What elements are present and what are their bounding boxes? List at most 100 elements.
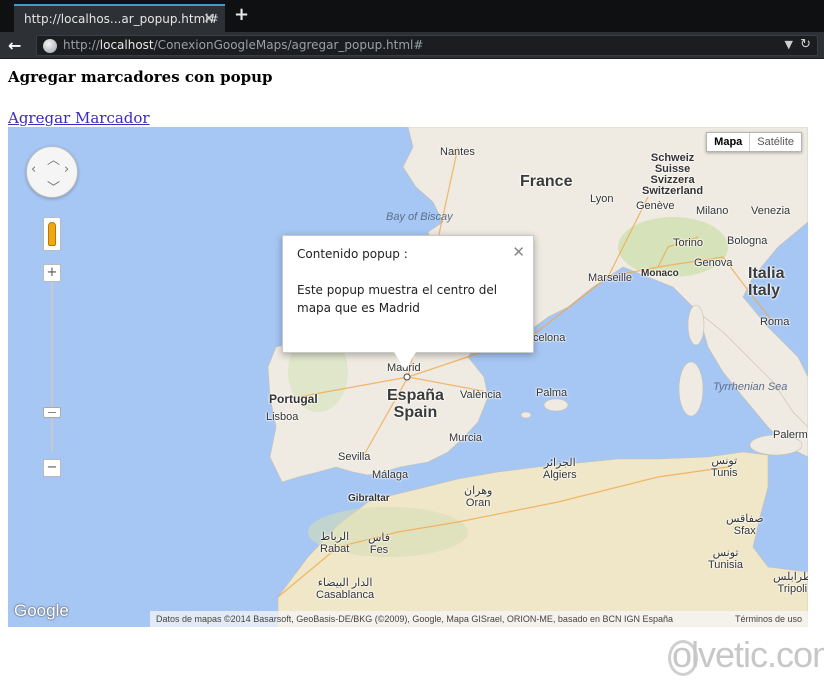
label-tunisia-en: Tunisia [708, 559, 744, 571]
zoom-in-button[interactable]: + [43, 264, 61, 282]
label-france: France [520, 173, 573, 190]
sardinia-island [678, 361, 704, 417]
label-italy-text: Italy [748, 282, 781, 299]
map-type-mapa[interactable]: Mapa [707, 133, 751, 151]
label-casablanca: الدار البيضاء Casablanca [316, 577, 374, 601]
add-marker-link[interactable]: Agregar Marcador [8, 109, 150, 127]
label-lisboa: Lisboa [266, 411, 299, 423]
label-tunisia-ar: تونس [712, 547, 739, 559]
url-prefix: http:// [63, 38, 100, 52]
label-fes-en: Fes [369, 544, 389, 556]
label-malaga: Málaga [372, 469, 409, 481]
url-text: http://localhost/ConexionGoogleMaps/agre… [63, 38, 423, 52]
madrid-marker [403, 373, 411, 381]
label-marseille: Marseille [588, 272, 633, 284]
tab-close-icon[interactable]: ✕ [203, 11, 215, 27]
label-fes-ar: فاس [368, 532, 391, 544]
label-genova: Genova [694, 257, 733, 269]
label-oran: وهران Oran [464, 485, 492, 509]
label-lyon: Lyon [590, 193, 614, 205]
label-espana-text: España [387, 387, 444, 404]
label-valencia: València [460, 389, 502, 401]
map-canvas[interactable]: Nantes France Schweiz Suisse Svizzera Sw… [8, 127, 808, 627]
label-roma: Roma [760, 316, 790, 328]
label-torino: Torino [673, 237, 703, 249]
zoom-slider-track[interactable] [51, 282, 53, 452]
label-sfax-en: Sfax [733, 525, 756, 537]
zoom-slider-thumb[interactable] [43, 407, 61, 418]
street-view-pegman-icon[interactable] [43, 217, 61, 251]
zoom-out-button[interactable]: − [43, 459, 61, 477]
google-logo[interactable]: Google [14, 601, 69, 621]
label-algiers: الجزائر Algiers [543, 457, 577, 481]
label-sevilla: Sevilla [338, 451, 371, 463]
label-tunis-ar: تونس [711, 455, 738, 467]
pan-left-icon[interactable]: ‹ [31, 162, 36, 177]
close-icon[interactable]: ✕ [512, 243, 525, 261]
label-portugal: Portugal [269, 392, 318, 406]
label-gibraltar: Gibraltar [348, 493, 390, 504]
url-host: localhost [99, 38, 154, 52]
new-tab-icon[interactable]: + [234, 4, 249, 25]
label-algiers-en: Algiers [543, 469, 577, 481]
label-bologna: Bologna [727, 235, 768, 247]
back-arrow-icon[interactable]: ← [8, 36, 30, 56]
watermark: olvetic.com [672, 634, 824, 675]
label-venezia: Venezia [751, 205, 791, 217]
label-casablanca-en: Casablanca [316, 589, 375, 601]
label-geneve: Genève [636, 200, 675, 212]
label-italia-text: Italia [748, 265, 785, 282]
label-monaco: Monaco [641, 268, 679, 279]
label-sfax: صفاقس Sfax [726, 513, 764, 537]
pan-up-icon[interactable]: ︿ [47, 149, 60, 168]
label-fes: فاس Fes [368, 532, 390, 556]
label-tripoli: طرابلس Tripoli [773, 571, 808, 595]
address-bar[interactable]: http://localhost/ConexionGoogleMaps/agre… [36, 35, 818, 56]
map-type-satellite[interactable]: Satélite [750, 133, 801, 151]
label-italia: Italia Italy [748, 265, 784, 299]
label-tunisia: تونس Tunisia [708, 547, 743, 571]
attribution-text: Datos de mapas ©2014 Basarsoft, GeoBasis… [156, 614, 673, 624]
url-path: /ConexionGoogleMaps/agregar_popup.html# [153, 38, 424, 52]
reload-icon[interactable]: ↻ [800, 37, 811, 52]
map-terrain [267, 127, 808, 627]
label-bay-of-biscay: Bay of Biscay [386, 211, 453, 223]
pan-right-icon[interactable]: › [64, 162, 69, 177]
label-palma: Palma [536, 387, 568, 399]
label-tyrrhenian-sea: Tyrrhenian Sea [713, 381, 788, 393]
label-nantes: Nantes [440, 146, 475, 158]
corsica-island [687, 304, 705, 346]
browser-toolbar: ← http://localhost/ConexionGoogleMaps/ag… [0, 32, 824, 59]
label-algiers-ar: الجزائر [543, 457, 576, 469]
label-rabat-ar: الرباط [320, 531, 350, 543]
label-tunis-en: Tunis [711, 467, 738, 479]
info-window: Contenido popup : ✕ Este popup muestra e… [282, 235, 534, 353]
label-rabat: الرباط Rabat [320, 531, 349, 555]
label-spain-text: Spain [393, 404, 438, 421]
mallorca-island [543, 398, 569, 412]
info-window-title: Contenido popup : [297, 247, 408, 261]
info-window-body: Este popup muestra el centro del mapa qu… [297, 283, 498, 315]
label-palermo: Palerm [773, 429, 808, 441]
label-spain: España Spain [387, 387, 444, 421]
pegman-figure [48, 222, 56, 246]
label-tripoli-ar: طرابلس [773, 571, 808, 583]
map-attribution: Datos de mapas ©2014 Basarsoft, GeoBasis… [150, 611, 808, 627]
label-barcelona: celona [533, 332, 566, 344]
pan-down-icon[interactable]: ﹀ [47, 177, 60, 196]
label-murcia: Murcia [449, 432, 483, 444]
label-switzerland-en: Switzerland [642, 185, 704, 197]
browser-tab[interactable]: http://localhos...ar_popup.html# ✕ [14, 4, 225, 32]
ibiza-island [520, 411, 532, 419]
terms-link[interactable]: Términos de uso [735, 614, 802, 624]
browser-tab-bar: http://localhos...ar_popup.html# ✕ + [0, 0, 824, 32]
globe-icon [43, 39, 57, 53]
pan-control[interactable]: ︿ ﹀ ‹ › [26, 146, 78, 198]
label-tripoli-en: Tripoli [777, 583, 808, 595]
label-tunis: تونس Tunis [711, 455, 738, 479]
dropdown-icon[interactable]: ▼ [785, 38, 793, 51]
label-switzerland: Schweiz Suisse Svizzera Switzerland [642, 153, 703, 197]
page-title: Agregar marcadores con popup [8, 68, 273, 86]
label-milano: Milano [696, 205, 729, 217]
info-window-tail [394, 352, 416, 370]
